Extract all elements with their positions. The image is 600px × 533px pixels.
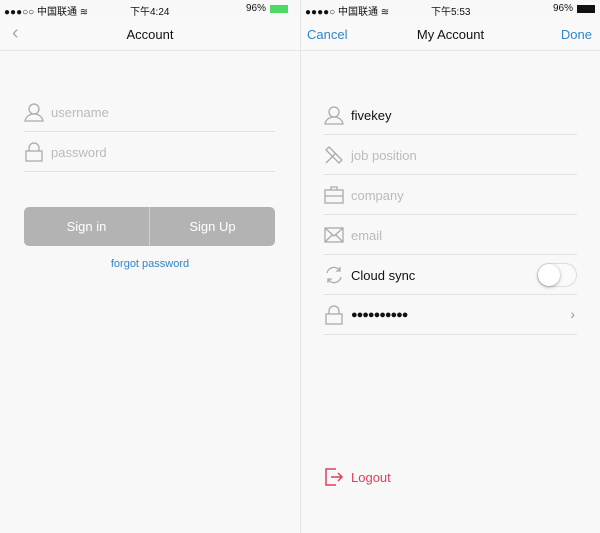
sign-in-button[interactable]: Sign in (24, 207, 149, 246)
carrier: ●●●●○ 中国联通 ≋ (305, 3, 389, 18)
logout-label: Logout (351, 470, 391, 485)
password-placeholder: password (51, 145, 107, 160)
user-icon (24, 103, 44, 122)
my-account-screen: ●●●●○ 中国联通 ≋ 下午5:53 96% Cancel My Accoun… (300, 0, 600, 533)
wifi-icon: ≋ (79, 7, 89, 18)
cloud-sync-toggle[interactable] (537, 263, 577, 287)
auth-buttons: Sign in Sign Up (24, 207, 275, 246)
company-placeholder: company (351, 188, 404, 203)
job-position-placeholder: job position (351, 148, 417, 163)
carrier: ●●●○○ 中国联通 ≋ (4, 3, 88, 18)
wifi-icon: ≋ (380, 7, 390, 18)
clock: 下午5:53 (431, 7, 471, 18)
email-placeholder: email (351, 228, 383, 243)
battery-icon (270, 5, 288, 13)
battery-percent: 96% (246, 3, 267, 14)
password-field[interactable]: password (24, 132, 275, 172)
password-value: ●●●●●●●●●● (351, 309, 408, 321)
sign-up-button[interactable]: Sign Up (149, 207, 275, 246)
login-screen: ●●●○○ 中国联通 ≋ 下午4:24 96% ‹ Account userna… (0, 0, 300, 533)
forgot-password-link[interactable]: forgot password (0, 258, 300, 270)
user-icon (324, 106, 344, 125)
battery-percent: 96% (553, 3, 574, 14)
nav-bar: ‹ Account (0, 18, 300, 51)
tools-icon (325, 146, 343, 164)
mail-icon (324, 227, 344, 243)
sync-icon (326, 266, 342, 284)
page-title: My Account (416, 27, 485, 42)
page-title: Account (126, 27, 174, 42)
cloud-sync-label: Cloud sync (351, 268, 416, 283)
status-bar: ●●●○○ 中国联通 ≋ 下午4:24 96% (0, 0, 300, 18)
password-row[interactable]: ●●●●●●●●●● › (324, 295, 577, 335)
company-field[interactable]: company (324, 175, 577, 215)
username-placeholder: username (51, 105, 109, 120)
carrier-name: 中国联通 (36, 7, 77, 18)
lock-icon (25, 142, 43, 162)
username-field[interactable]: username (24, 92, 275, 132)
username-field[interactable]: fivekey (324, 95, 577, 135)
carrier-name: 中国联通 (337, 7, 378, 18)
status-bar: ●●●●○ 中国联通 ≋ 下午5:53 96% (301, 0, 600, 18)
clock: 下午4:24 (130, 7, 170, 18)
nav-bar: Cancel My Account Done (301, 18, 600, 51)
toggle-knob (538, 264, 560, 286)
signal-strength: ●●●○○ (4, 7, 35, 18)
job-position-field[interactable]: job position (324, 135, 577, 175)
chevron-right-icon: › (570, 306, 575, 322)
done-button[interactable]: Done (561, 27, 592, 42)
username-value: fivekey (351, 108, 392, 123)
signal-strength: ●●●●○ (305, 7, 336, 18)
battery-icon (577, 5, 595, 13)
logout-icon (325, 468, 344, 486)
email-field[interactable]: email (324, 215, 577, 255)
briefcase-icon (324, 186, 344, 204)
cloud-sync-row: Cloud sync (324, 255, 577, 295)
lock-icon (325, 305, 343, 325)
